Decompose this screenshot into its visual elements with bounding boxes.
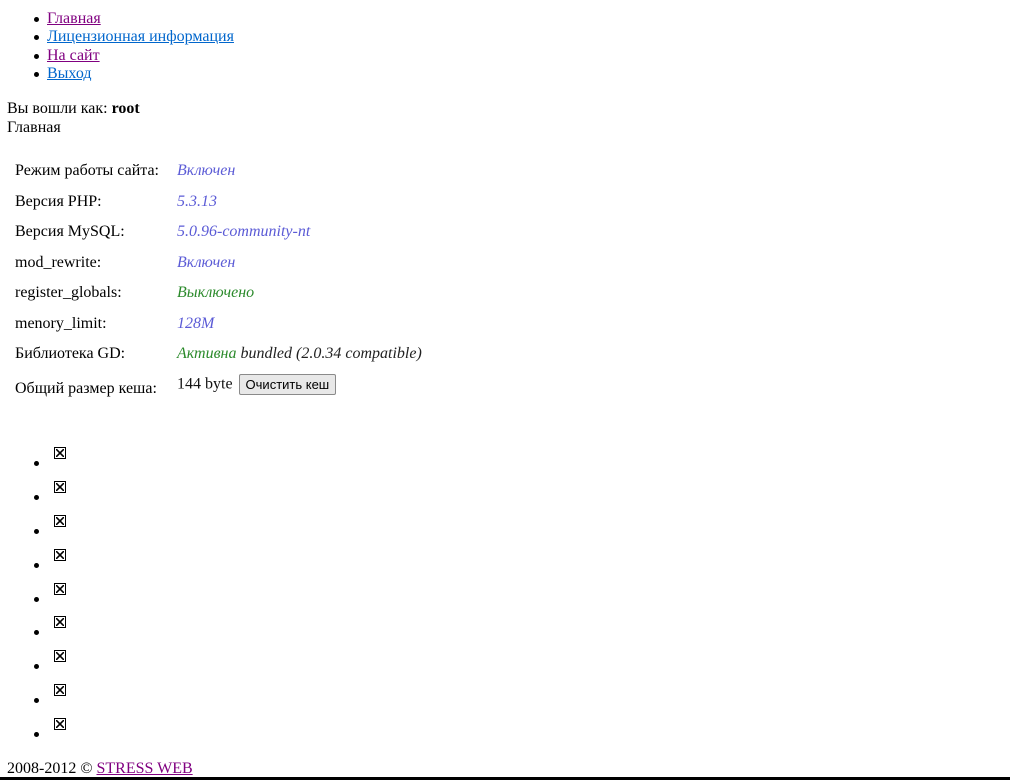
nav-item-logout: Выход [34,65,234,83]
site-mode-value-wrap: Включен [177,162,235,180]
site-mode-value: Включен [177,162,236,179]
mod-rewrite-label: mod_rewrite: [15,253,102,271]
nav-link-site[interactable]: На сайт [47,47,100,64]
login-status: Вы вошли как: root [7,100,140,118]
cache-value-wrap: 144 byte Очистить кеш [177,373,337,395]
clear-cache-button[interactable]: Очистить кеш [238,373,337,395]
mod-rewrite-value: Включен [177,253,236,271]
php-value: 5.3.13 [177,192,217,210]
php-label: Версия PHP: [15,192,102,210]
memory-limit-value: 128M [177,314,215,332]
nav-item-home: Главная [34,10,234,28]
broken-image-icon[interactable] [54,447,66,459]
breadcrumb: Главная [7,119,61,136]
nav-item-license: Лицензионная информация [34,28,234,46]
footer-copyright: 2008-2012 © [7,760,97,777]
broken-image-icon[interactable] [54,514,66,527]
footer-link-stressweb[interactable]: STRESS WEB [96,760,192,777]
broken-image-icon[interactable] [54,582,66,595]
nav-link-logout[interactable]: Выход [47,65,92,82]
gd-value-wrap: Активна bundled (2.0.34 compatible) [177,345,422,363]
php-value-wrap: 5.3.13 [177,193,217,211]
broken-image-icon[interactable] [54,480,66,493]
broken-image-icon[interactable] [54,548,66,561]
main-nav: Главная Лицензионная информация На сайт … [34,10,234,83]
register-globals-value-wrap: Выключено [177,284,254,302]
gd-status: Активна [177,345,237,362]
mysql-value-wrap: 5.0.96-community-nt [177,223,310,241]
nav-link-home[interactable]: Главная [47,10,101,27]
mysql-label: Версия MySQL: [15,223,125,240]
nav-item-site: На сайт [34,47,234,65]
memory-limit-value-wrap: 128M [177,315,214,333]
broken-image-icon[interactable] [54,616,66,629]
mod-rewrite-value-wrap: Включен [177,254,235,272]
cache-size: 144 byte [177,375,237,392]
login-prefix: Вы вошли как: [7,100,112,117]
site-mode-label: Режим работы сайта: [15,162,159,179]
cache-label: Общий размер кеша: [15,379,157,397]
mysql-value: 5.0.96-community-nt [177,223,311,240]
register-globals-label: register_globals: [15,284,122,301]
broken-image-icon[interactable] [54,718,66,731]
gd-label: Библиотека GD: [15,345,126,362]
memory-limit-label: menory_limit: [15,314,107,332]
login-user: root [111,100,140,117]
broken-image-icon[interactable] [54,650,66,663]
nav-link-license[interactable]: Лицензионная информация [47,28,234,45]
gd-detail: bundled (2.0.34 compatible) [236,345,422,362]
footer: 2008-2012 © STRESS WEB [7,760,193,778]
register-globals-value: Выключено [177,284,255,301]
broken-image-icon[interactable] [54,684,66,697]
